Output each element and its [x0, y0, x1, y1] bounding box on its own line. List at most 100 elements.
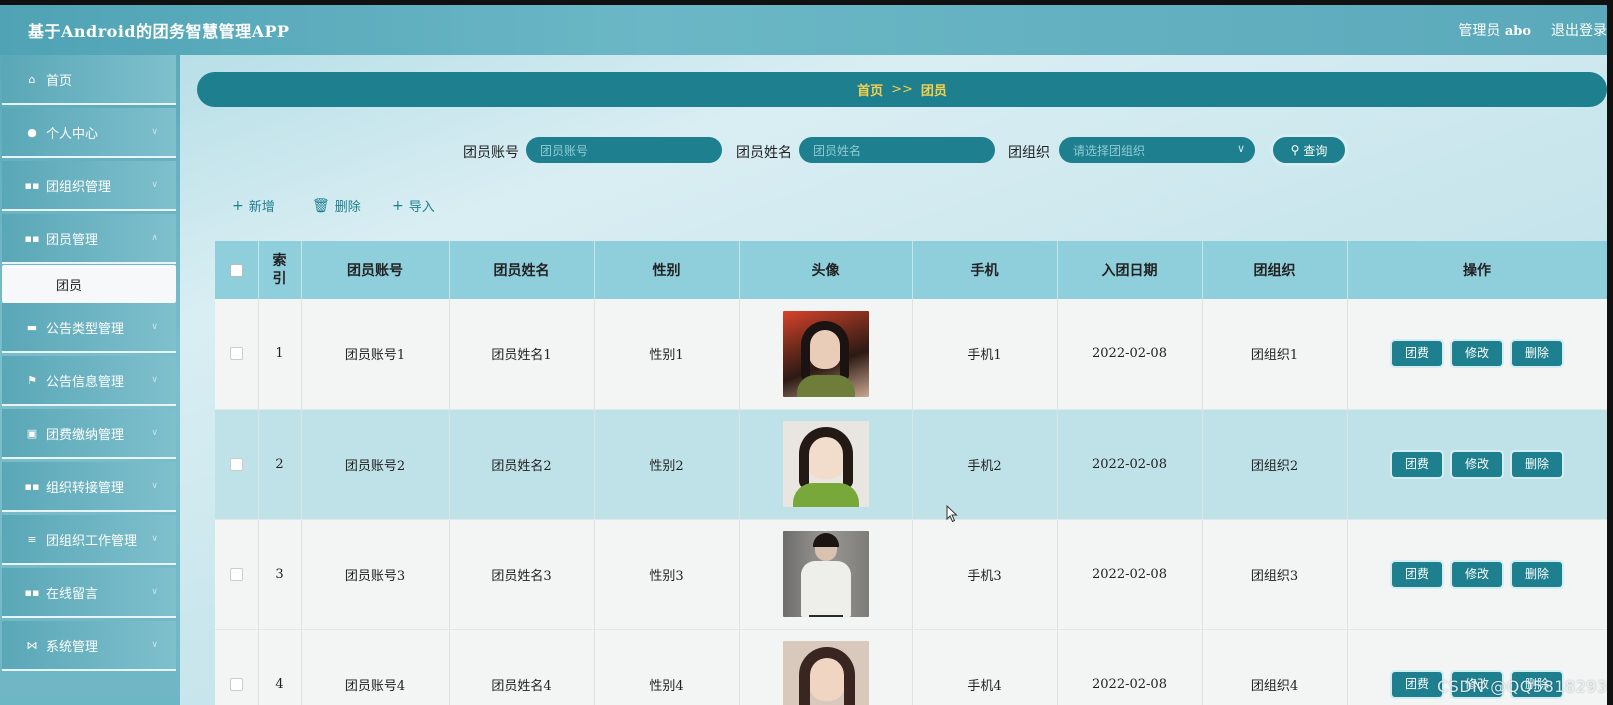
sidebar-item-home[interactable]: ⌂ 首页: [2, 55, 176, 105]
table-row: 4 团员账号4 团员姓名4 性别4 手机4 2022-02-08 团组织4 团费…: [215, 629, 1607, 705]
cell-avatar: [739, 299, 913, 410]
row-select-cell: [215, 409, 259, 520]
col-avatar: 头像: [739, 241, 913, 299]
col-actions: 操作: [1347, 241, 1607, 299]
top-header: 基于Android的团务智慧管理APP 管理员 abo 退出登录: [0, 5, 1613, 55]
avatar: [782, 531, 869, 617]
header-user-area: 管理员 abo 退出登录: [1458, 5, 1607, 55]
account-search-input[interactable]: 团员账号: [526, 137, 722, 163]
sidebar-item-label: 团费缴纳管理: [46, 427, 125, 443]
cell-phone: 手机2: [912, 409, 1058, 520]
cell-gender: 性别1: [594, 299, 740, 410]
row-select-cell: [215, 629, 259, 705]
chevron-down-icon: ∨: [151, 375, 158, 385]
col-join-date: 入团日期: [1057, 241, 1203, 299]
row-delete-button[interactable]: 删除: [1512, 451, 1562, 477]
breadcrumb-separator: >>: [891, 82, 913, 97]
logout-link[interactable]: 退出登录: [1551, 20, 1607, 40]
table-row: 1 团员账号1 团员姓名1 性别1 手机1 2022-02-08 团组织1 团费…: [215, 299, 1607, 410]
row-select-cell: [215, 519, 259, 630]
sidebar-item-notice-type-management[interactable]: ▬ 公告类型管理 ∨: [2, 303, 176, 353]
breadcrumb: 首页 >> 团员: [197, 72, 1607, 107]
cell-phone: 手机3: [912, 519, 1058, 630]
edit-button[interactable]: 修改: [1452, 341, 1502, 367]
cell-index: 3: [258, 519, 302, 630]
row-checkbox[interactable]: [229, 347, 243, 361]
user-role: 管理员: [1458, 23, 1501, 39]
sidebar-item-org-work-management[interactable]: ≡ 团组织工作管理 ∨: [2, 515, 176, 565]
sidebar-item-label: 公告信息管理: [46, 374, 125, 390]
app-root: 基于Android的团务智慧管理APP 管理员 abo 退出登录 ⌂ 首页 ● …: [0, 0, 1613, 705]
row-delete-button[interactable]: 删除: [1512, 561, 1562, 587]
fee-button[interactable]: 团费: [1392, 341, 1442, 367]
chevron-down-icon: ∨: [151, 322, 158, 332]
list-icon: ≡: [27, 532, 37, 546]
query-button[interactable]: ⚲ 查询: [1270, 134, 1348, 166]
col-name: 团员姓名: [449, 241, 595, 299]
sidebar-item-label: 公告类型管理: [46, 321, 125, 337]
cell-org: 团组织2: [1202, 409, 1348, 520]
query-button-label: 查询: [1303, 143, 1328, 158]
cell-gender: 性别2: [594, 409, 740, 520]
cell-name: 团员姓名4: [449, 629, 595, 705]
sidebar-item-label: 团员管理: [46, 232, 99, 248]
add-button[interactable]: + 新增: [232, 196, 275, 216]
cell-join-date: 2022-02-08: [1057, 629, 1203, 705]
add-button-label: 新增: [248, 200, 275, 215]
cell-join-date: 2022-02-08: [1057, 299, 1203, 410]
col-index: 索引: [258, 241, 302, 299]
sidebar-item-notice-info-management[interactable]: ⚑ 公告信息管理 ∨: [2, 356, 176, 406]
cell-org: 团组织1: [1202, 299, 1348, 410]
chart-icon: ▣: [26, 426, 38, 440]
name-search-input[interactable]: 团员姓名: [799, 137, 995, 163]
name-label: 团员姓名: [736, 145, 792, 161]
sidebar-item-member-management[interactable]: ▪▪ 团员管理 ∧: [2, 214, 176, 264]
watermark: CSDN @QQ5818293: [1437, 677, 1608, 696]
flag-icon: ⚑: [27, 373, 37, 387]
cell-phone: 手机1: [912, 299, 1058, 410]
cell-gender: 性别3: [594, 519, 740, 630]
sidebar-item-system-management[interactable]: ⋈ 系统管理 ∨: [2, 621, 176, 671]
org-select[interactable]: 请选择团组织 ∨: [1059, 137, 1255, 163]
cell-actions: 团费 修改 删除: [1347, 519, 1607, 630]
sidebar-item-org-management[interactable]: ▪▪ 团组织管理 ∨: [2, 161, 176, 211]
chevron-down-icon: ∨: [151, 428, 158, 438]
name-placeholder: 团员姓名: [813, 143, 862, 158]
cell-account: 团员账号4: [301, 629, 450, 705]
import-button[interactable]: + 导入: [392, 196, 435, 216]
cell-name: 团员姓名2: [449, 409, 595, 520]
fee-button[interactable]: 团费: [1392, 451, 1442, 477]
sidebar-item-label: 系统管理: [46, 639, 99, 655]
row-checkbox[interactable]: [229, 567, 243, 581]
cell-account: 团员账号1: [301, 299, 450, 410]
edit-button[interactable]: 修改: [1452, 451, 1502, 477]
sidebar-subitem-members[interactable]: 团员: [2, 265, 176, 303]
import-button-label: 导入: [408, 200, 435, 215]
breadcrumb-home[interactable]: 首页: [857, 80, 883, 99]
sidebar-item-transfer-management[interactable]: ▪▪ 组织转接管理 ∨: [2, 462, 176, 512]
sidebar-item-online-message[interactable]: ▪▪ 在线留言 ∨: [2, 568, 176, 618]
cell-org: 团组织3: [1202, 519, 1348, 630]
col-phone: 手机: [912, 241, 1058, 299]
select-all-checkbox[interactable]: [229, 263, 243, 277]
row-checkbox[interactable]: [229, 677, 243, 691]
cell-org: 团组织4: [1202, 629, 1348, 705]
sidebar-item-label: 团组织工作管理: [46, 533, 138, 549]
sidebar-item-label: 团组织管理: [46, 179, 112, 195]
home-icon: ⌂: [28, 72, 36, 86]
sidebar-item-fee-management[interactable]: ▣ 团费缴纳管理 ∨: [2, 409, 176, 459]
org-placeholder: 请选择团组织: [1073, 143, 1146, 158]
fee-button[interactable]: 团费: [1392, 671, 1442, 697]
app-title: 基于Android的团务智慧管理APP: [28, 22, 290, 41]
fee-button[interactable]: 团费: [1392, 561, 1442, 587]
select-all-cell: [215, 241, 259, 299]
window-frame-top: [0, 0, 1613, 5]
edit-button[interactable]: 修改: [1452, 561, 1502, 587]
account-label: 团员账号: [463, 145, 519, 161]
current-user: 管理员 abo: [1458, 20, 1531, 40]
row-checkbox[interactable]: [229, 457, 243, 471]
row-delete-button[interactable]: 删除: [1512, 341, 1562, 367]
cell-phone: 手机4: [912, 629, 1058, 705]
delete-button[interactable]: 🗑 删除: [312, 196, 361, 216]
org-label: 团组织: [1008, 145, 1050, 161]
